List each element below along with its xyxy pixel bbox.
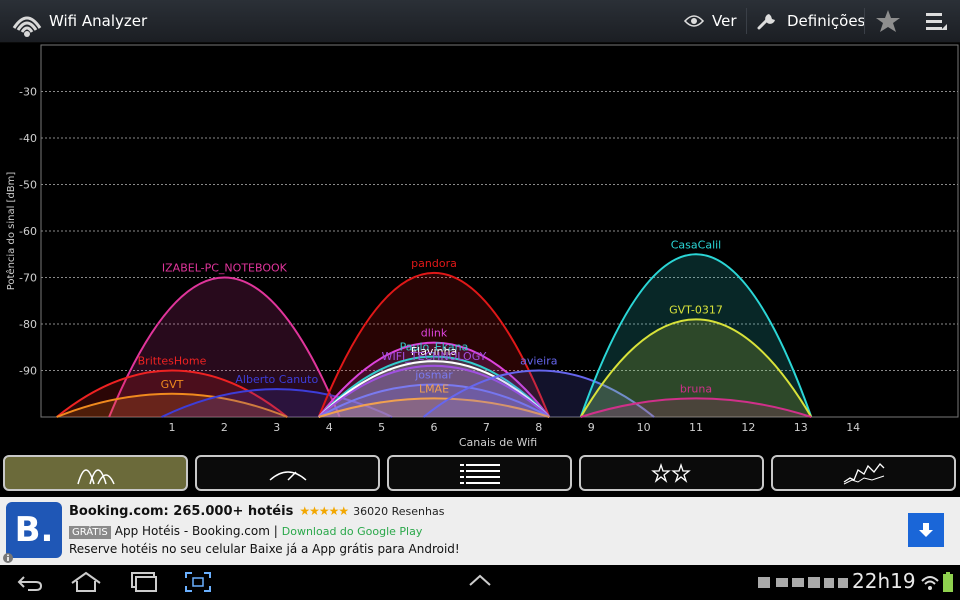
y-tick-label: -30	[19, 86, 37, 99]
notification-icons	[758, 577, 848, 588]
x-tick-label: 6	[431, 421, 438, 434]
wifi-app-icon	[12, 16, 42, 37]
ad-source: Download do Google Play	[281, 525, 423, 538]
booking-logo: B.	[6, 502, 62, 558]
x-tick-label: 7	[483, 421, 490, 434]
x-tick-label: 8	[535, 421, 542, 434]
rating-stars: ★★★★★	[299, 504, 349, 518]
signal-meter-icon	[269, 471, 306, 481]
network-label: IZABEL-PC_NOTEBOOK	[162, 262, 288, 275]
wifi-status-icon	[921, 576, 939, 590]
actionbar-divider	[746, 8, 747, 34]
tab-signal-meter[interactable]	[195, 455, 380, 491]
action-bar: Wifi Analyzer Ver Definições	[0, 0, 960, 43]
network-label: GVT-0317	[669, 303, 723, 316]
time-graph-icon	[843, 463, 884, 485]
chevron-up-icon[interactable]	[468, 573, 492, 587]
x-tick-label: 12	[741, 421, 755, 434]
free-badge: GRÁTIS	[69, 526, 111, 539]
network-label: LMAE	[419, 382, 449, 395]
x-tick-label: 9	[588, 421, 595, 434]
overflow-menu-icon[interactable]	[924, 11, 948, 33]
signal-chart: IZABEL-PC_NOTEBOOK BrittesHome GVT Alberto …	[5, 44, 959, 449]
x-tick-label: 2	[221, 421, 228, 434]
ad-title-text: Booking.com: 265.000+ hotéis	[69, 504, 294, 519]
ad-reviews: 36020 Resenhas	[353, 505, 445, 518]
view-tabs	[0, 453, 960, 495]
ad-banner[interactable]: B. Booking.com: 265.000+ hotéis ★★★★★ 3602…	[0, 497, 960, 565]
eye-icon	[684, 15, 704, 27]
network-label: josmar	[414, 368, 453, 381]
view-label: Ver	[712, 12, 737, 30]
network-label: avieira	[520, 355, 557, 368]
status-clock: 22h19	[852, 569, 916, 593]
x-tick-label: 14	[846, 421, 860, 434]
x-tick-label: 11	[689, 421, 703, 434]
channel-graph-icon	[76, 469, 115, 485]
y-tick-label: -50	[19, 179, 37, 192]
network-label: bruna	[680, 382, 712, 395]
wrench-icon	[757, 14, 775, 30]
x-tick-label: 5	[378, 421, 385, 434]
x-tick-label: 13	[794, 421, 808, 434]
tab-channel-rating[interactable]	[579, 455, 764, 491]
x-tick-label: 4	[326, 421, 333, 434]
home-icon[interactable]	[70, 571, 102, 593]
ad-description: Reserve hotéis no seu celular Baixe já a…	[69, 542, 460, 556]
y-tick-label: -90	[19, 365, 37, 378]
network-label: BrittesHome	[138, 355, 207, 368]
ad-info-icon[interactable]	[2, 552, 14, 564]
tab-time-graph[interactable]	[771, 455, 956, 491]
y-tick-label: -80	[19, 318, 37, 331]
y-axis-label: Potência do sinal [dBm]	[5, 172, 17, 291]
view-button[interactable]: Ver	[684, 0, 737, 42]
network-label: Alberto Canuto	[235, 373, 318, 386]
ad-subtitle: GRÁTIS App Hotéis - Booking.com | Download…	[69, 524, 422, 539]
settings-label: Definições	[787, 12, 866, 30]
x-tick-label: 10	[637, 421, 651, 434]
x-tick-label: 1	[169, 421, 176, 434]
x-axis-label: Canais de Wifi	[459, 436, 537, 449]
ad-app-name: App Hotéis - Booking.com |	[114, 524, 278, 538]
x-tick-label: 3	[273, 421, 280, 434]
star-icon[interactable]	[875, 9, 901, 33]
y-tick-label: -70	[19, 272, 37, 285]
settings-button[interactable]: Definições	[757, 0, 865, 42]
back-icon[interactable]	[16, 573, 44, 593]
tab-access-points[interactable]	[387, 455, 572, 491]
battery-icon	[943, 572, 953, 592]
system-nav-bar	[0, 565, 960, 600]
network-label: WIFI_TECHNOLOGY	[382, 350, 487, 363]
network-label: pandora	[411, 257, 457, 270]
app-title: Wifi Analyzer	[49, 12, 148, 30]
network-label: GVT	[161, 378, 184, 391]
y-tick-label: -40	[19, 132, 37, 145]
download-arrow-icon	[919, 523, 933, 537]
recent-apps-icon[interactable]	[128, 571, 158, 593]
actionbar-divider	[864, 8, 865, 34]
ad-title: Booking.com: 265.000+ hotéis ★★★★★ 36020 R…	[69, 504, 444, 519]
tab-channel-graph[interactable]	[3, 455, 188, 491]
stars-icon	[650, 462, 691, 483]
list-icon	[459, 464, 500, 484]
screenshot-icon[interactable]	[184, 571, 212, 593]
network-label: CasaCalil	[671, 238, 721, 251]
network-label: dlink	[421, 327, 448, 340]
y-tick-label: -60	[19, 225, 37, 238]
download-button[interactable]	[908, 513, 944, 547]
